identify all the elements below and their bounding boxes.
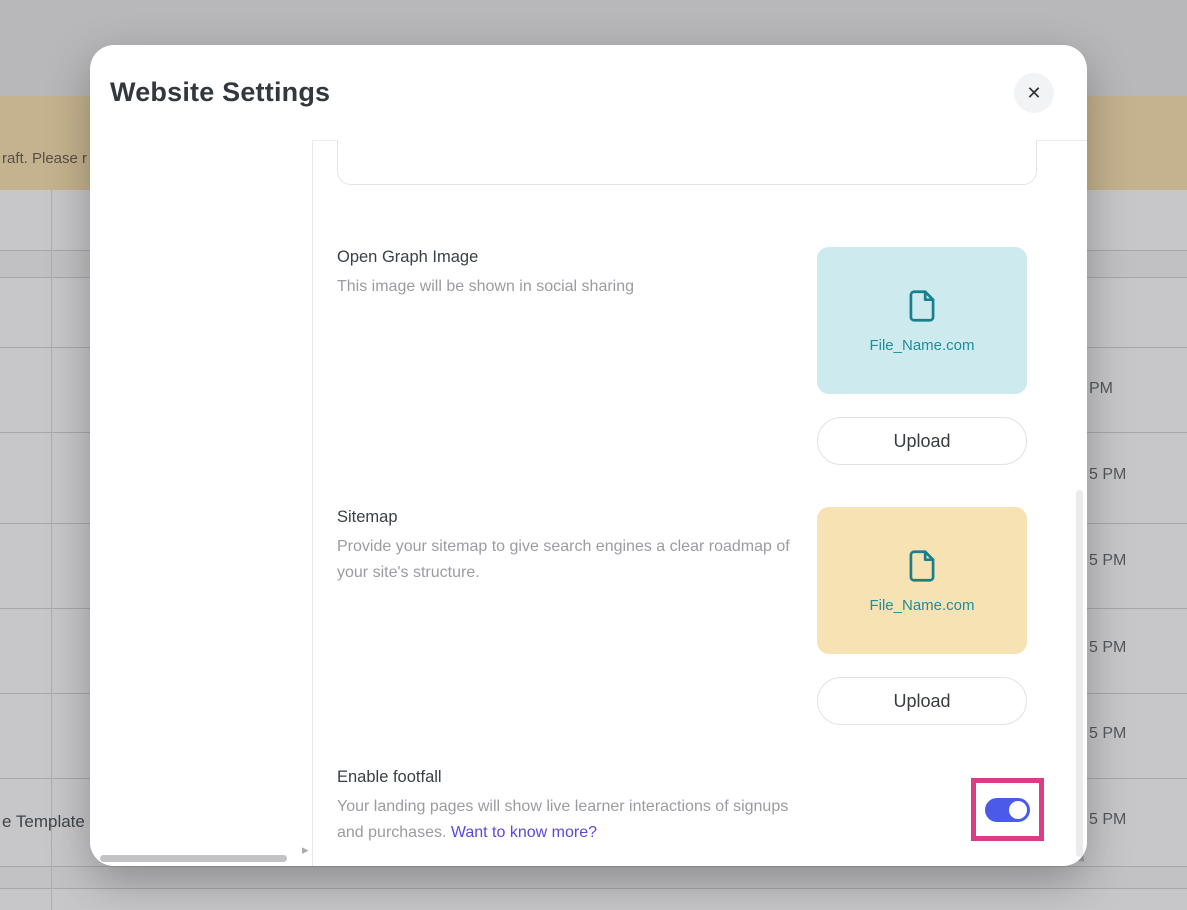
sitemap-upload-button[interactable]: Upload bbox=[817, 677, 1027, 725]
sitemap-file-preview[interactable]: File_Name.com bbox=[817, 507, 1027, 654]
table-cell-time: 5 PM bbox=[1089, 725, 1126, 743]
footfall-toggle[interactable] bbox=[985, 798, 1030, 822]
open-graph-label: Open Graph Image bbox=[337, 248, 478, 267]
banner-text: raft. Please r bbox=[2, 150, 87, 167]
sitemap-label: Sitemap bbox=[337, 508, 398, 527]
table-cell-time: 5 PM bbox=[1089, 811, 1126, 829]
open-graph-file-name: File_Name.com bbox=[869, 337, 974, 354]
table-row-divider bbox=[0, 866, 1187, 867]
enable-footfall-label: Enable footfall bbox=[337, 768, 442, 787]
annotation-highlight bbox=[971, 778, 1044, 841]
table-cell-time: 5 PM bbox=[1089, 552, 1126, 570]
horizontal-scrollbar[interactable] bbox=[100, 855, 287, 862]
close-icon: ✕ bbox=[1026, 84, 1041, 102]
open-graph-description: This image will be shown in social shari… bbox=[337, 274, 807, 300]
table-cell-time: PM bbox=[1089, 380, 1113, 398]
text-input[interactable] bbox=[337, 140, 1037, 185]
modal-header: Website Settings ✕ bbox=[90, 45, 1087, 140]
screen: raft. Please r PM 5 PM 5 PM 5 PM 5 PM 5 PM e … bbox=[0, 0, 1187, 910]
modal-sidebar: ▸ bbox=[90, 140, 313, 866]
modal-title: Website Settings bbox=[110, 77, 330, 108]
vertical-scrollbar[interactable] bbox=[1076, 490, 1083, 857]
want-to-know-more-link[interactable]: Want to know more? bbox=[451, 824, 597, 841]
open-graph-upload-button[interactable]: Upload bbox=[817, 417, 1027, 465]
template-label: e Template bbox=[2, 812, 85, 832]
close-button[interactable]: ✕ bbox=[1014, 73, 1054, 113]
enable-footfall-description: Your landing pages will show live learne… bbox=[337, 794, 807, 846]
sitemap-file-name: File_Name.com bbox=[869, 597, 974, 614]
table-cell-time: 5 PM bbox=[1089, 639, 1126, 657]
table-row-divider bbox=[0, 888, 1187, 889]
table-column-divider bbox=[51, 190, 52, 910]
scroll-right-arrow-icon[interactable]: ▸ bbox=[302, 842, 309, 858]
open-graph-file-preview[interactable]: File_Name.com bbox=[817, 247, 1027, 394]
modal-body: Open Graph Image This image will be show… bbox=[313, 140, 1087, 866]
file-icon bbox=[903, 287, 941, 325]
toggle-knob bbox=[1009, 801, 1027, 819]
website-settings-modal: Website Settings ✕ ▸ Open Graph Image Th… bbox=[90, 45, 1087, 866]
table-footer-band bbox=[0, 866, 1187, 888]
file-icon bbox=[903, 547, 941, 585]
table-cell-time: 5 PM bbox=[1089, 466, 1126, 484]
sitemap-description: Provide your sitemap to give search engi… bbox=[337, 534, 792, 586]
